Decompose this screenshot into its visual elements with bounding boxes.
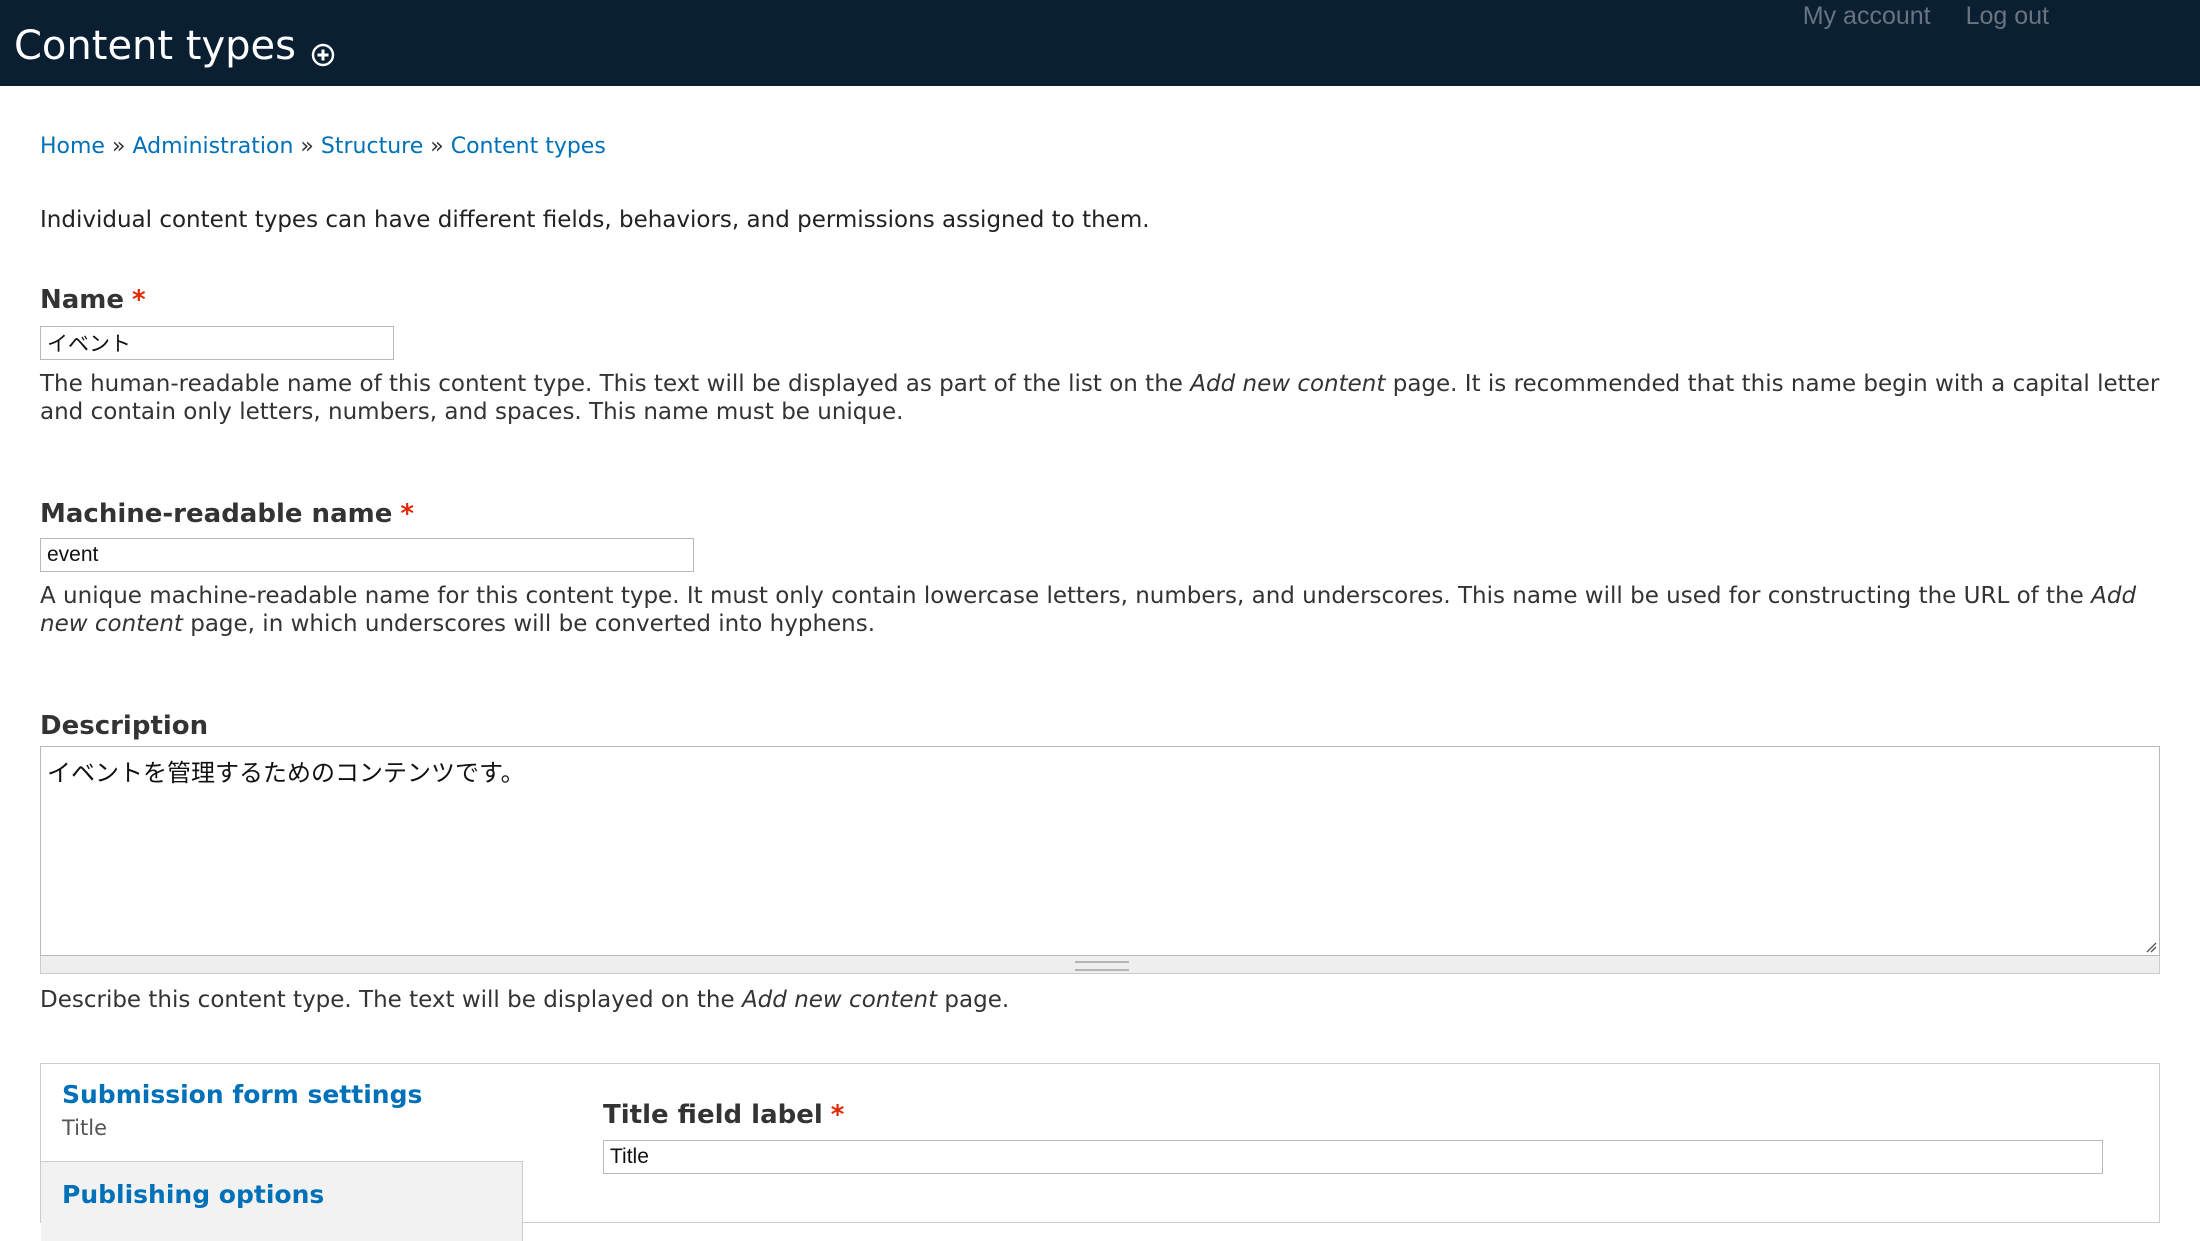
grippie-lines-icon: [1075, 961, 1129, 971]
title-field-label-text: Title field label: [603, 1100, 823, 1130]
required-marker: *: [132, 285, 146, 315]
machine-name-description-text-end: page, in which underscores will be conve…: [182, 611, 876, 637]
name-description: The human-readable name of this content …: [40, 370, 2160, 426]
description-help-emphasis: Add new content: [741, 987, 938, 1013]
title-field-label-input[interactable]: [603, 1140, 2103, 1174]
machine-name-description-text: A unique machine-readable name for this …: [40, 583, 2092, 609]
machine-name-label: Machine-readable name *: [40, 499, 414, 529]
page-title: Content types: [14, 23, 296, 69]
description-textarea[interactable]: イベントを管理するためのコンテンツです。: [40, 746, 2160, 956]
breadcrumb-structure[interactable]: Structure: [321, 134, 423, 159]
required-marker: *: [400, 499, 414, 529]
description-help-text-end: page.: [937, 987, 1010, 1013]
title-field-label: Title field label *: [603, 1100, 844, 1130]
name-label-text: Name: [40, 285, 125, 315]
breadcrumb: Home» Administration» Structure» Content ty…: [40, 134, 606, 159]
breadcrumb-separator: »: [111, 134, 126, 159]
description-help-text: Describe this content type. The text wil…: [40, 987, 742, 1013]
add-shortcut-icon[interactable]: [311, 43, 335, 67]
name-label: Name *: [40, 285, 146, 315]
name-input[interactable]: [40, 326, 394, 360]
textarea-grippie[interactable]: [40, 956, 2160, 974]
my-account-link[interactable]: My account: [1803, 2, 1931, 30]
toolbar-header: Content types My account Log out: [0, 0, 2200, 86]
description-textarea-value: イベントを管理するためのコンテンツです。: [47, 759, 525, 787]
vertical-tab-list: Submission form settings Title Publishin…: [41, 1064, 523, 1241]
breadcrumb-separator: »: [430, 134, 444, 159]
help-text: Individual content types can have differ…: [40, 207, 1150, 233]
machine-name-description: A unique machine-readable name for this …: [40, 582, 2160, 638]
resize-handle-icon[interactable]: [2145, 941, 2157, 953]
breadcrumb-content-types[interactable]: Content types: [451, 134, 606, 159]
logout-link[interactable]: Log out: [1966, 2, 2049, 30]
vertical-tab-summary: Title: [62, 1116, 108, 1140]
vertical-tab-title[interactable]: Publishing options: [62, 1180, 324, 1209]
user-links: My account Log out: [1775, 2, 2049, 31]
machine-name-input[interactable]: [40, 538, 694, 572]
name-description-emphasis: Add new content: [1190, 371, 1386, 397]
required-marker: *: [830, 1100, 845, 1130]
machine-name-label-text: Machine-readable name: [40, 499, 393, 529]
vertical-tab-submission-form-settings[interactable]: Submission form settings Title: [41, 1064, 523, 1161]
breadcrumb-home[interactable]: Home: [40, 134, 105, 159]
vertical-tab-publishing-options[interactable]: Publishing options: [41, 1161, 523, 1241]
vertical-tabs: Submission form settings Title Publishin…: [40, 1063, 2160, 1241]
vertical-tab-title[interactable]: Submission form settings: [62, 1080, 422, 1109]
description-help: Describe this content type. The text wil…: [40, 986, 2160, 1014]
name-description-text: The human-readable name of this content …: [40, 371, 1191, 397]
breadcrumb-separator: »: [300, 134, 314, 159]
description-label: Description: [40, 711, 209, 741]
breadcrumb-administration[interactable]: Administration: [132, 134, 293, 159]
